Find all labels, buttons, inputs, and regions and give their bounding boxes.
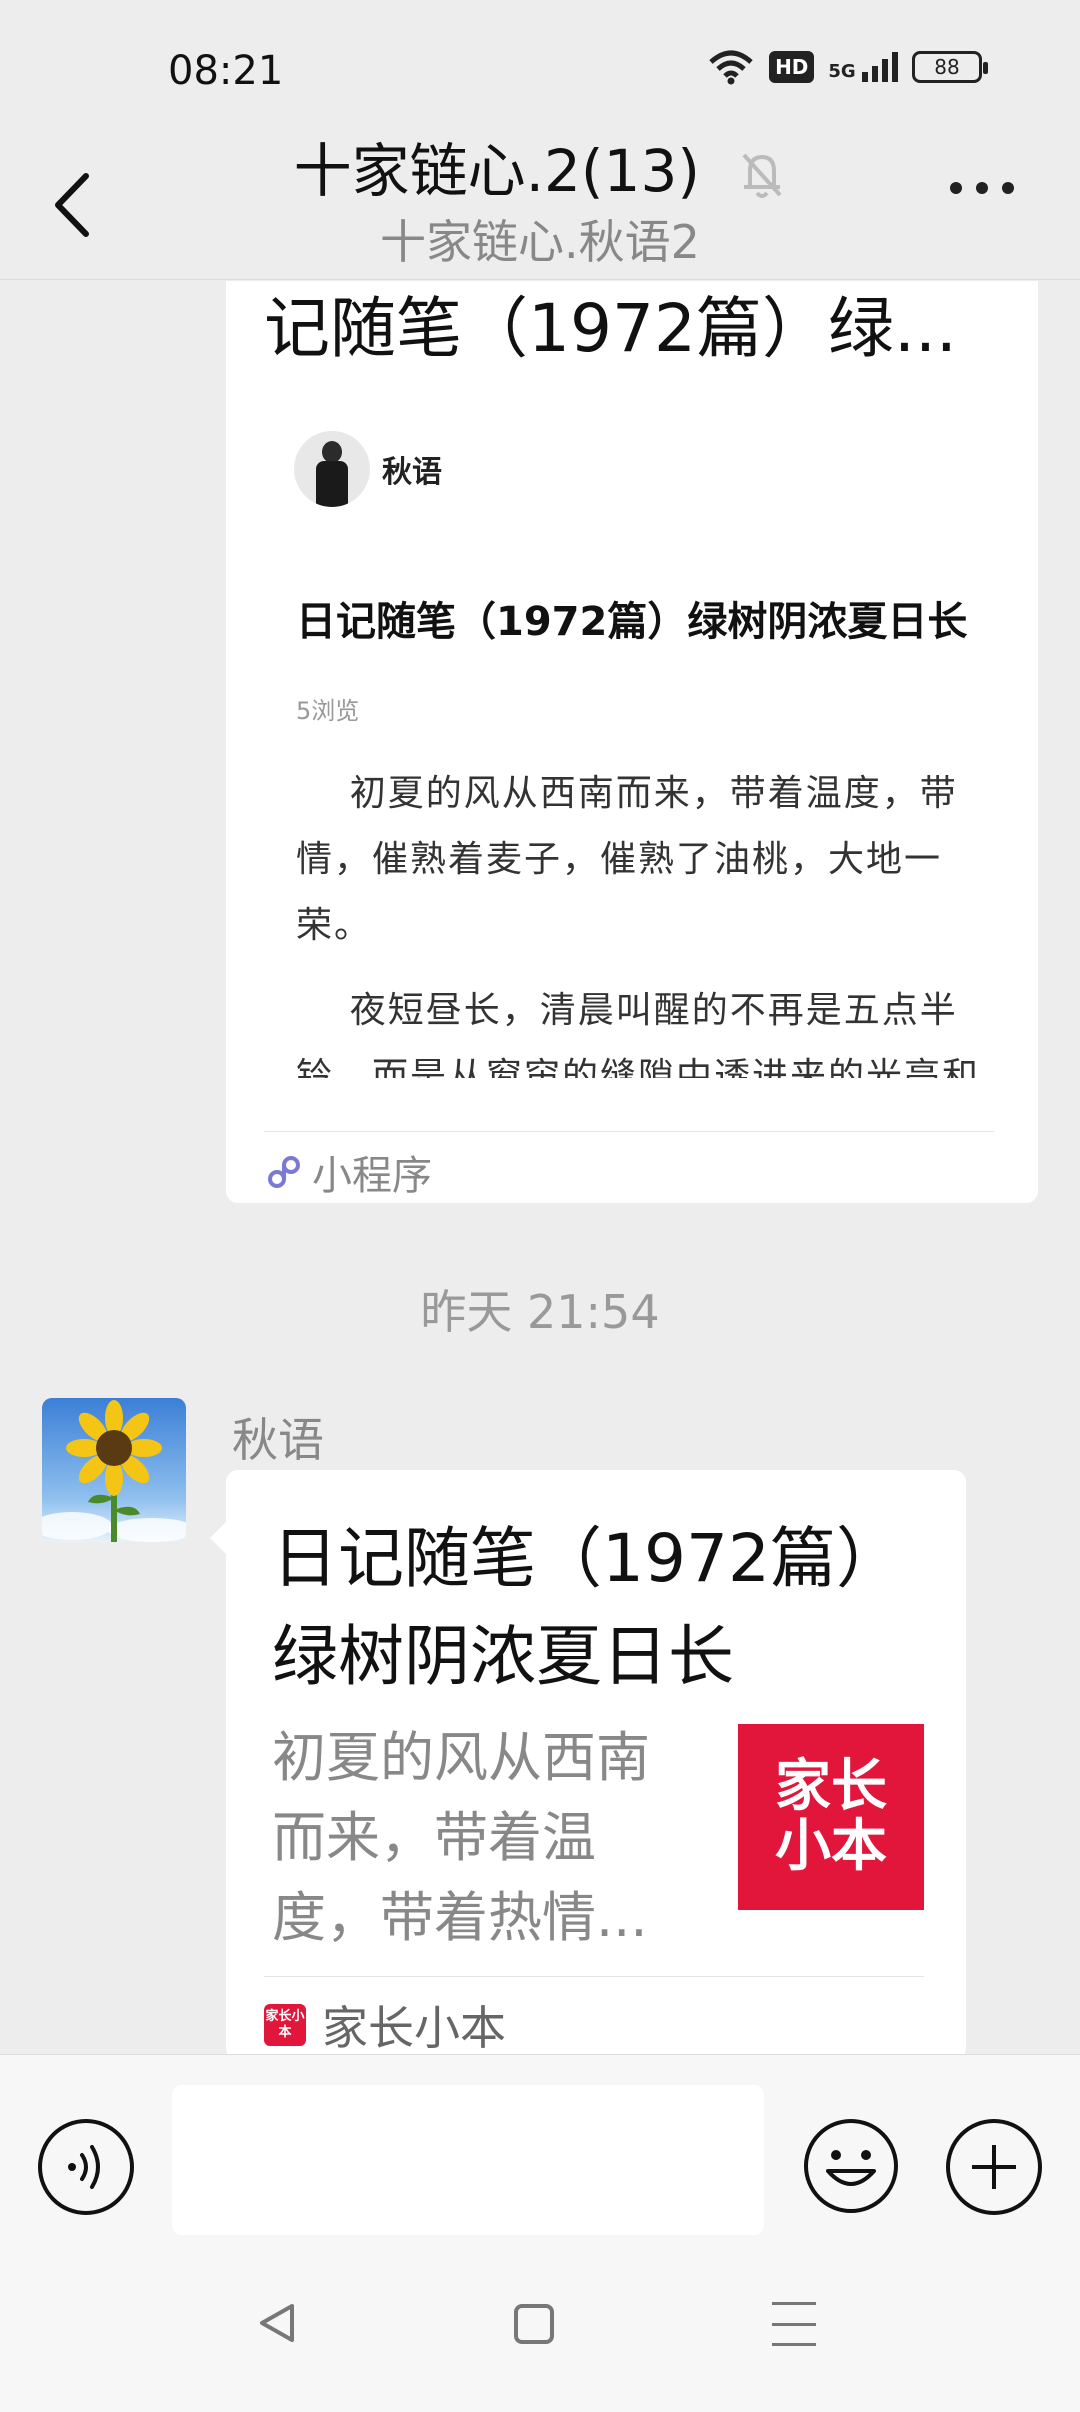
mini-program-footer: 小程序 [266, 1143, 432, 1201]
shared-article-title: 日记随笔（1972篇）绿树阴浓夏日长 [272, 1520, 902, 1695]
view-count: 5浏览 [296, 697, 360, 725]
mini-program-label: 小程序 [312, 1153, 432, 1199]
message-timestamp: 昨天 21:54 [420, 1285, 660, 1339]
article-author: 秋语 [294, 431, 442, 507]
message-input[interactable] [172, 2085, 764, 2235]
mini-program-headline: 记随笔（1972篇）绿... [264, 290, 957, 367]
mini-program-icon [268, 1156, 300, 1188]
signal-icon: 5G [828, 52, 898, 82]
network-type-label: 5G [828, 61, 856, 82]
nav-recents-icon[interactable] [772, 2302, 816, 2346]
article-paragraph: 夜短昼长，清晨叫醒的不再是五点半 铃，而是从窗帘的缝隙中透进来的光亮和 [296, 990, 981, 1078]
wifi-icon [709, 50, 753, 85]
chat-subtitle: 十家链心.秋语2 [380, 215, 700, 269]
voice-input-button[interactable] [38, 2119, 134, 2215]
battery-level: 88 [934, 55, 960, 79]
chat-title[interactable]: 十家链心.2(13) [0, 124, 1080, 208]
battery-icon: 88 [912, 51, 988, 83]
sunflower-icon [42, 1398, 186, 1542]
status-icons: HD 5G 88 [707, 48, 988, 86]
source-name: 家长小本 [322, 2001, 506, 2055]
shared-article-description: 初夏的风从西南而来，带着温度，带着热情... [272, 1726, 650, 1949]
mini-program-card[interactable]: 记随笔（1972篇）绿... 秋语 日记随笔（1972篇）绿树阴浓夏日长 5浏览… [226, 281, 1038, 1203]
author-name: 秋语 [382, 455, 442, 490]
article-source: 家长小本 家长小本 [264, 1992, 506, 2058]
emoji-icon[interactable] [802, 2117, 900, 2215]
chat-title-text: 十家链心.2(13) [293, 137, 700, 205]
author-avatar [294, 431, 370, 507]
card-divider [264, 1131, 994, 1132]
article-title: 日记随笔（1972篇）绿树阴浓夏日长 [296, 599, 968, 645]
voice-icon [68, 2145, 100, 2189]
nav-back-icon[interactable] [252, 2298, 302, 2348]
sender-avatar[interactable] [42, 1398, 186, 1542]
input-bar [0, 2054, 1080, 2254]
more-options-icon[interactable] [950, 182, 1014, 194]
status-time: 08:21 [168, 48, 284, 94]
thumbnail-logo-text: 家长小本 [775, 1754, 887, 1879]
more-functions-plus-icon[interactable] [946, 2119, 1042, 2215]
source-logo-icon: 家长小本 [264, 2004, 306, 2046]
nav-home-icon[interactable] [514, 2304, 554, 2344]
article-thumbnail: 家长小本 [738, 1724, 924, 1910]
card-divider [264, 1976, 924, 1977]
sender-name: 秋语 [232, 1413, 324, 1467]
article-share-card[interactable]: 日记随笔（1972篇）绿树阴浓夏日长 初夏的风从西南而来，带着温度，带着热情..… [210, 1470, 966, 2060]
mute-bell-icon [742, 153, 782, 198]
hd-icon: HD [769, 51, 815, 83]
article-paragraph: 初夏的风从西南而来，带着温度，带 情，催熟着麦子，催熟了油桃，大地一 荣。 [296, 773, 958, 946]
system-nav-bar [0, 2254, 1080, 2412]
chat-header: 十家链心.2(13) 十家链心.秋语2 [0, 110, 1080, 280]
